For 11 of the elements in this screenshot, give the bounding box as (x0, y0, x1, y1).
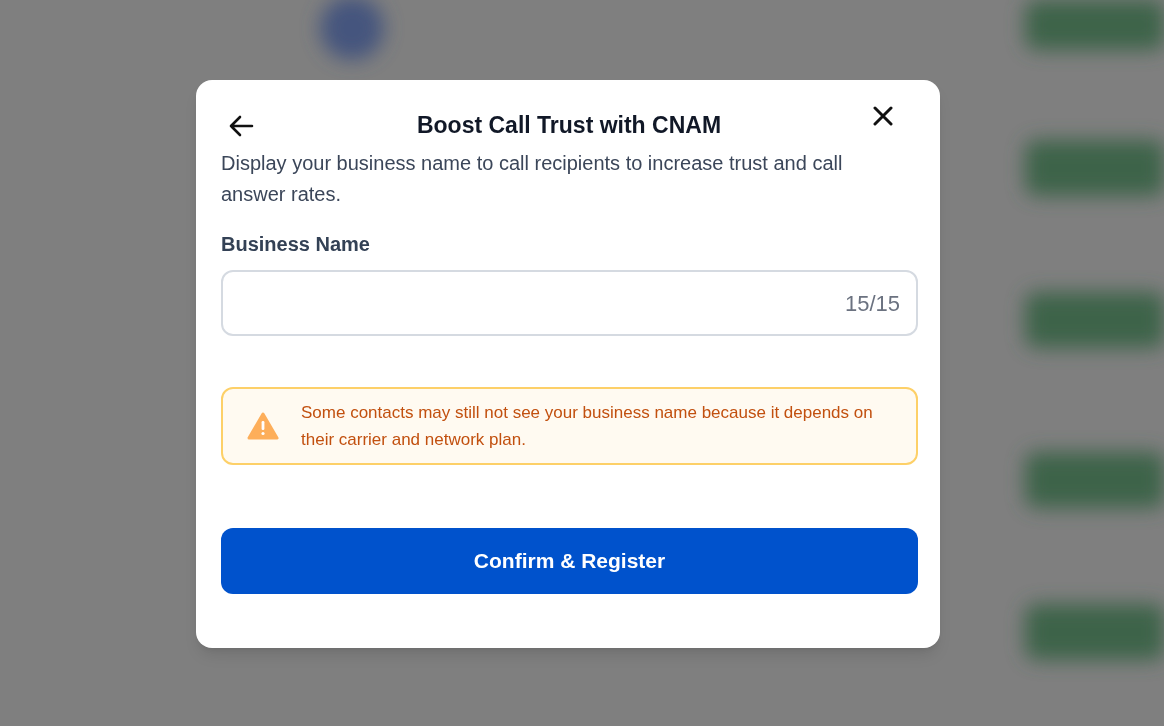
close-button[interactable] (871, 104, 895, 128)
business-name-field[interactable]: 15/15 (221, 270, 918, 336)
back-arrow-icon (228, 114, 254, 138)
confirm-register-button[interactable]: Confirm & Register (221, 528, 918, 594)
dialog-title: Boost Call Trust with CNAM (416, 111, 722, 140)
character-counter: 15/15 (844, 289, 900, 318)
dialog-description: Display your business name to call recipients to increase trust and call answer rates. (221, 151, 844, 207)
close-icon (873, 106, 893, 126)
field-label: Business Name (221, 232, 371, 257)
warning-text: Some contacts may still not see your business name because it depends on their carrier and network plan. (301, 402, 874, 451)
warning-icon (247, 412, 279, 440)
